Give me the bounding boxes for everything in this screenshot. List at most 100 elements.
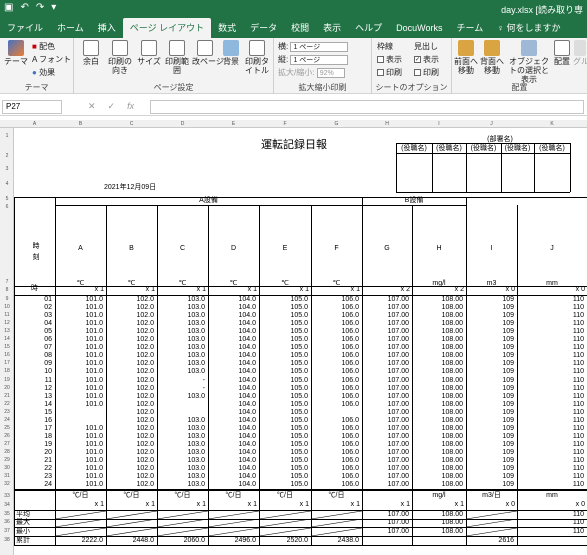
cancel-icon[interactable]: ✕	[88, 101, 96, 112]
data-cell: 104.0	[238, 376, 256, 384]
row-header-24[interactable]: 24	[0, 417, 14, 423]
row-header-3[interactable]: 3	[0, 166, 14, 172]
tab-0[interactable]: ファイル	[0, 18, 50, 38]
formula-input[interactable]	[150, 100, 584, 114]
effects-button[interactable]: ● 効果	[32, 68, 55, 78]
tab-1[interactable]: ホーム	[50, 18, 91, 38]
tab-6[interactable]: 校閲	[284, 18, 316, 38]
data-cell: 104.0	[238, 312, 256, 320]
row-header-28[interactable]: 28	[0, 449, 14, 455]
row-header-32[interactable]: 32	[0, 481, 14, 487]
insert-function-icon[interactable]: fx	[127, 101, 134, 112]
background-button[interactable]: 背景	[220, 40, 242, 66]
spreadsheet-grid[interactable]: ABCDEFGHIJK 1 2 3 4 5 6 7 8 9 10 11 12 13 14 15 16 17 18 1…	[0, 120, 587, 555]
row-header-30[interactable]: 30	[0, 465, 14, 471]
row-header-29[interactable]: 29	[0, 457, 14, 463]
column-header-G[interactable]: G	[311, 121, 362, 127]
customize-qat-icon[interactable]: ▾	[51, 2, 56, 13]
row-header-13[interactable]: 13	[0, 328, 14, 334]
row-header-33[interactable]: 33	[0, 493, 14, 499]
print-area-button[interactable]: 印刷範囲	[164, 40, 190, 75]
row-header-2[interactable]: 2	[0, 153, 14, 159]
row-header-31[interactable]: 31	[0, 473, 14, 479]
row-header-38[interactable]: 38	[0, 537, 14, 543]
row-header-35[interactable]: 35	[0, 511, 14, 517]
tab-3[interactable]: ページ レイアウト	[122, 18, 212, 38]
tab-8[interactable]: ヘルプ	[348, 18, 389, 38]
row-header-11[interactable]: 11	[0, 312, 14, 318]
row-header-27[interactable]: 27	[0, 441, 14, 447]
breaks-button[interactable]: 改ページ	[192, 40, 224, 66]
align-button[interactable]: 配置	[553, 40, 571, 66]
themes-button[interactable]: テーマ	[4, 40, 28, 66]
column-header-B[interactable]: B	[55, 121, 106, 127]
undo-icon[interactable]: ↶	[20, 2, 28, 13]
tab-11[interactable]: ♀ 何をしますか	[490, 18, 567, 38]
row-header-5[interactable]: 5	[0, 196, 14, 202]
row-header-7[interactable]: 7	[0, 279, 14, 285]
column-label-H: H	[436, 245, 442, 252]
diagonal-hatch	[106, 528, 157, 536]
enter-icon[interactable]: ✓	[108, 101, 116, 112]
colors-button[interactable]: ■ 配色	[32, 42, 55, 52]
fonts-button[interactable]: A フォント	[32, 55, 71, 65]
row-header-26[interactable]: 26	[0, 433, 14, 439]
width-dropdown[interactable]: 1 ページ	[290, 42, 349, 52]
row-header-12[interactable]: 12	[0, 320, 14, 326]
tab-7[interactable]: 表示	[316, 18, 348, 38]
column-header-J[interactable]: J	[466, 121, 517, 127]
column-header-A[interactable]: A	[14, 121, 55, 127]
height-dropdown[interactable]: 1 ページ	[290, 55, 349, 65]
tab-5[interactable]: データ	[243, 18, 284, 38]
tab-9[interactable]: DocuWorks	[389, 18, 449, 38]
row-header-18[interactable]: 18	[0, 368, 14, 374]
column-header-H[interactable]: H	[362, 121, 412, 127]
column-header-D[interactable]: D	[157, 121, 208, 127]
row-header-19[interactable]: 19	[0, 377, 14, 383]
print-titles-button[interactable]: 印刷タイトル	[244, 40, 270, 75]
row-header-37[interactable]: 37	[0, 528, 14, 534]
row-header-14[interactable]: 14	[0, 336, 14, 342]
row-header-23[interactable]: 23	[0, 409, 14, 415]
selection-pane-button[interactable]: オブジェクトの選択と表示	[507, 40, 551, 84]
summary-label-2: 最小	[16, 528, 30, 535]
tab-4[interactable]: 数式	[211, 18, 243, 38]
row-header-9[interactable]: 9	[0, 296, 14, 302]
row-header-15[interactable]: 15	[0, 344, 14, 350]
row-header-17[interactable]: 17	[0, 360, 14, 366]
headings-print-checkbox[interactable]: 印刷	[414, 68, 439, 78]
column-header-C[interactable]: C	[106, 121, 157, 127]
size-button[interactable]: サイズ	[136, 40, 162, 66]
row-header-6[interactable]: 6	[0, 204, 14, 210]
tab-2[interactable]: 挿入	[91, 18, 123, 38]
scale-spinner[interactable]: 92%	[316, 68, 345, 78]
row-header-22[interactable]: 22	[0, 401, 14, 407]
row-header-10[interactable]: 10	[0, 304, 14, 310]
row-header-25[interactable]: 25	[0, 425, 14, 431]
column-header-E[interactable]: E	[208, 121, 259, 127]
row-header-34[interactable]: 34	[0, 502, 14, 508]
name-box[interactable]: P27	[2, 100, 62, 114]
margins-button[interactable]: 余白	[78, 40, 104, 66]
group-button[interactable]: グル	[573, 40, 587, 66]
headings-view-checkbox[interactable]: ✓ 表示	[414, 55, 439, 65]
row-header-21[interactable]: 21	[0, 393, 14, 399]
data-cell: 108.00	[441, 416, 463, 424]
redo-icon[interactable]: ↷	[36, 2, 44, 13]
row-header-8[interactable]: 8	[0, 287, 14, 293]
column-header-K[interactable]: K	[517, 121, 587, 127]
bring-forward-button[interactable]: 前面へ移動	[454, 40, 478, 75]
save-icon[interactable]: ▣	[4, 2, 13, 13]
row-header-36[interactable]: 36	[0, 519, 14, 525]
tab-10[interactable]: チーム	[450, 18, 491, 38]
gridlines-view-checkbox[interactable]: 表示	[377, 55, 402, 65]
row-header-1[interactable]: 1	[0, 133, 14, 139]
send-backward-button[interactable]: 背面へ移動	[480, 40, 504, 75]
orientation-button[interactable]: 印刷の向き	[107, 40, 133, 75]
row-header-4[interactable]: 4	[0, 181, 14, 187]
gridlines-print-checkbox[interactable]: 印刷	[377, 68, 402, 78]
column-header-F[interactable]: F	[259, 121, 311, 127]
row-header-20[interactable]: 20	[0, 385, 14, 391]
row-header-16[interactable]: 16	[0, 352, 14, 358]
column-header-I[interactable]: I	[412, 121, 466, 127]
